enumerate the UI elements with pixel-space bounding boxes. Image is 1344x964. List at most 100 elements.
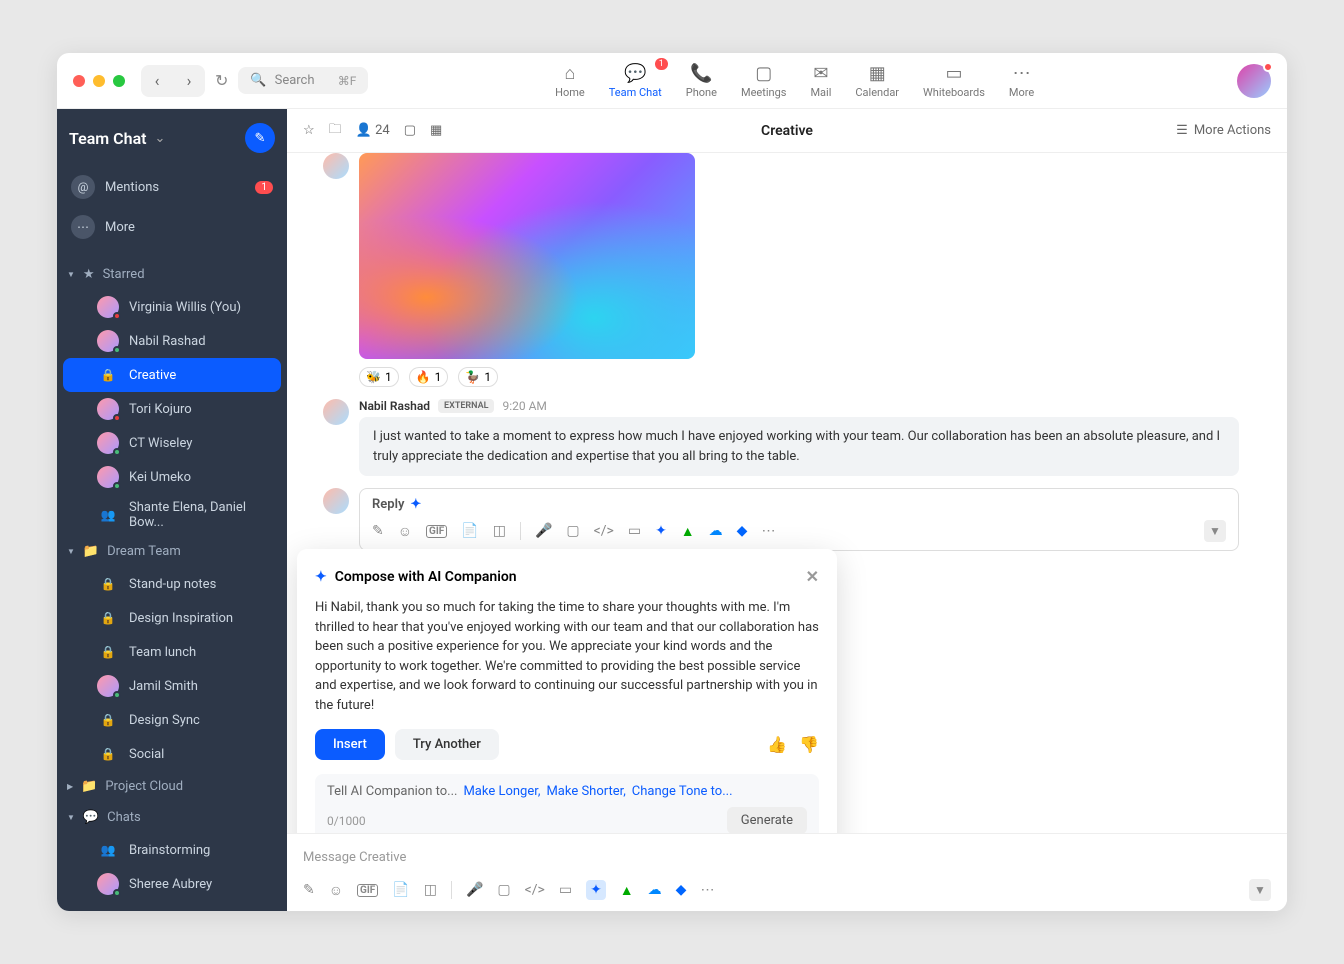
sidebar-item-design-sync[interactable]: 🔒Design Sync — [63, 703, 281, 737]
tab-more[interactable]: ⋯More — [1009, 62, 1034, 99]
nav-forward-button[interactable]: › — [175, 67, 203, 95]
video-clip-icon[interactable]: ▢ — [497, 882, 510, 898]
sidebar-item-creative[interactable]: 🔒Creative — [63, 358, 281, 392]
sidebar-title: Team Chat — [69, 129, 147, 148]
members-count[interactable]: 👤 24 — [356, 123, 390, 138]
onedrive-icon[interactable]: ☁ — [709, 523, 723, 539]
sidebar-item-standup[interactable]: 🔒Stand-up notes — [63, 567, 281, 601]
sidebar-item-sheree[interactable]: Sheree Aubrey — [63, 867, 281, 901]
close-icon[interactable]: ✕ — [806, 567, 819, 586]
tab-whiteboards[interactable]: ▭Whiteboards — [923, 62, 985, 99]
thumbs-down-icon[interactable]: 👎 — [799, 735, 819, 754]
tab-calendar[interactable]: ▦Calendar — [855, 62, 899, 99]
channel-title: Creative — [761, 123, 813, 139]
reaction[interactable]: 🔥1 — [409, 367, 449, 387]
folder-open-icon[interactable]: 🗀 — [329, 120, 342, 142]
sidebar-item-nabil[interactable]: Nabil Rashad — [63, 324, 281, 358]
suggestion-make-longer[interactable]: Make Longer, — [463, 784, 540, 799]
screenshot-icon[interactable]: ◫ — [424, 882, 437, 898]
message-avatar[interactable] — [323, 153, 349, 179]
drive-icon[interactable]: ▲ — [681, 523, 695, 540]
onedrive-icon[interactable]: ☁ — [648, 882, 662, 898]
emoji-icon[interactable]: ☺ — [329, 882, 343, 899]
audio-icon[interactable]: 🎤 — [535, 523, 552, 539]
tab-meetings[interactable]: ▢Meetings — [741, 62, 786, 99]
screen-icon[interactable]: ▭ — [559, 882, 572, 898]
history-button[interactable]: ↻ — [215, 71, 228, 90]
format-icon[interactable]: ✎ — [303, 882, 315, 898]
insert-button[interactable]: Insert — [315, 729, 385, 760]
more-actions-button[interactable]: More Actions — [1194, 123, 1271, 138]
section-dream-team[interactable]: ▼📁Dream Team — [57, 536, 287, 567]
sidebar-mentions[interactable]: @ Mentions 1 — [57, 167, 287, 207]
code-icon[interactable]: </> — [525, 882, 545, 898]
emoji-icon[interactable]: ☺ — [398, 523, 412, 540]
sidebar-item-tori[interactable]: Tori Kojuro — [63, 392, 281, 426]
audio-icon[interactable]: 🎤 — [466, 882, 483, 898]
message-author[interactable]: Nabil Rashad — [359, 399, 430, 413]
format-icon[interactable]: ✎ — [372, 523, 384, 539]
more-apps-icon[interactable]: ⋯ — [700, 882, 714, 898]
sidebar-item-design-syncs[interactable]: 👥Design syncs — [63, 901, 281, 911]
generate-button[interactable]: Generate — [727, 807, 807, 833]
tab-home[interactable]: ⌂Home — [555, 62, 585, 99]
box-icon[interactable]: ◆ — [676, 882, 687, 898]
sidebar-item-design-insp[interactable]: 🔒Design Inspiration — [63, 601, 281, 635]
sidebar-item-brainstorming[interactable]: 👥Brainstorming — [63, 833, 281, 867]
maximize-window-button[interactable] — [113, 75, 125, 87]
list-icon[interactable]: ☰ — [1176, 123, 1188, 138]
sidebar-item-virginia[interactable]: Virginia Willis (You) — [63, 290, 281, 324]
send-filter-icon[interactable]: ▼ — [1249, 879, 1271, 901]
compose-button[interactable]: ✎ — [245, 123, 275, 153]
section-starred[interactable]: ▼★Starred — [57, 259, 287, 290]
try-another-button[interactable]: Try Another — [395, 729, 499, 760]
tab-phone[interactable]: 📞Phone — [686, 62, 717, 99]
sidebar-item-kei[interactable]: Kei Umeko — [63, 460, 281, 494]
suggestion-change-tone[interactable]: Change Tone to... — [632, 784, 733, 799]
send-filter-icon[interactable]: ▼ — [1204, 520, 1226, 542]
video-clip-icon[interactable]: ▢ — [566, 523, 579, 539]
chat-icon: 💬 — [83, 810, 99, 825]
code-icon[interactable]: </> — [594, 523, 614, 539]
sidebar-item-group1[interactable]: 👥Shante Elena, Daniel Bow... — [63, 494, 281, 536]
screenshot-icon[interactable]: ◫ — [493, 523, 506, 539]
tab-mail[interactable]: ✉Mail — [810, 62, 831, 99]
message-avatar[interactable] — [323, 399, 349, 425]
tab-team-chat[interactable]: 💬1Team Chat — [609, 62, 662, 99]
box-icon[interactable]: ◆ — [737, 523, 748, 539]
suggestion-make-shorter[interactable]: Make Shorter, — [546, 784, 625, 799]
image-attachment[interactable] — [359, 153, 695, 359]
screen-icon[interactable]: ▭ — [628, 523, 641, 539]
star-outline-icon[interactable]: ☆ — [303, 123, 315, 138]
chevron-down-icon[interactable]: ⌄ — [155, 131, 166, 146]
sidebar-item-jamil[interactable]: Jamil Smith — [63, 669, 281, 703]
close-window-button[interactable] — [73, 75, 85, 87]
more-apps-icon[interactable]: ⋯ — [761, 523, 775, 539]
sidebar-item-social[interactable]: 🔒Social — [63, 737, 281, 771]
reaction[interactable]: 🐝1 — [359, 367, 399, 387]
drive-icon[interactable]: ▲ — [620, 882, 634, 899]
calendar-icon[interactable]: ▦ — [430, 123, 442, 138]
file-icon[interactable]: 📄 — [392, 882, 409, 898]
search-input[interactable]: 🔍 Search ⌘F — [238, 67, 368, 94]
sidebar-item-ct[interactable]: CT Wiseley — [63, 426, 281, 460]
composer-input[interactable]: Message Creative — [303, 844, 1271, 871]
gif-icon[interactable]: GIF — [357, 884, 378, 897]
ai-sparkle-icon[interactable]: ✦ — [586, 880, 606, 900]
gif-icon[interactable]: GIF — [426, 525, 447, 538]
section-chats[interactable]: ▼💬Chats — [57, 802, 287, 833]
reaction[interactable]: 🦆1 — [458, 367, 498, 387]
minimize-window-button[interactable] — [93, 75, 105, 87]
more-icon: ⋯ — [1013, 62, 1031, 84]
video-call-icon[interactable]: ▢ — [404, 123, 416, 138]
ai-sparkle-icon[interactable]: ✦ — [655, 523, 667, 539]
sidebar-item-team-lunch[interactable]: 🔒Team lunch — [63, 635, 281, 669]
reply-box[interactable]: Reply✦ ✎ ☺ GIF 📄 ◫ 🎤 ▢ </> ▭ ✦ — [359, 488, 1239, 551]
file-icon[interactable]: 📄 — [461, 523, 478, 539]
sidebar-more[interactable]: ⋯ More — [57, 207, 287, 247]
section-project-cloud[interactable]: ▶📁Project Cloud — [57, 771, 287, 802]
profile-avatar[interactable] — [1237, 64, 1271, 98]
nav-back-button[interactable]: ‹ — [143, 67, 171, 95]
compose-icon: ✎ — [255, 131, 266, 146]
thumbs-up-icon[interactable]: 👍 — [767, 735, 787, 754]
